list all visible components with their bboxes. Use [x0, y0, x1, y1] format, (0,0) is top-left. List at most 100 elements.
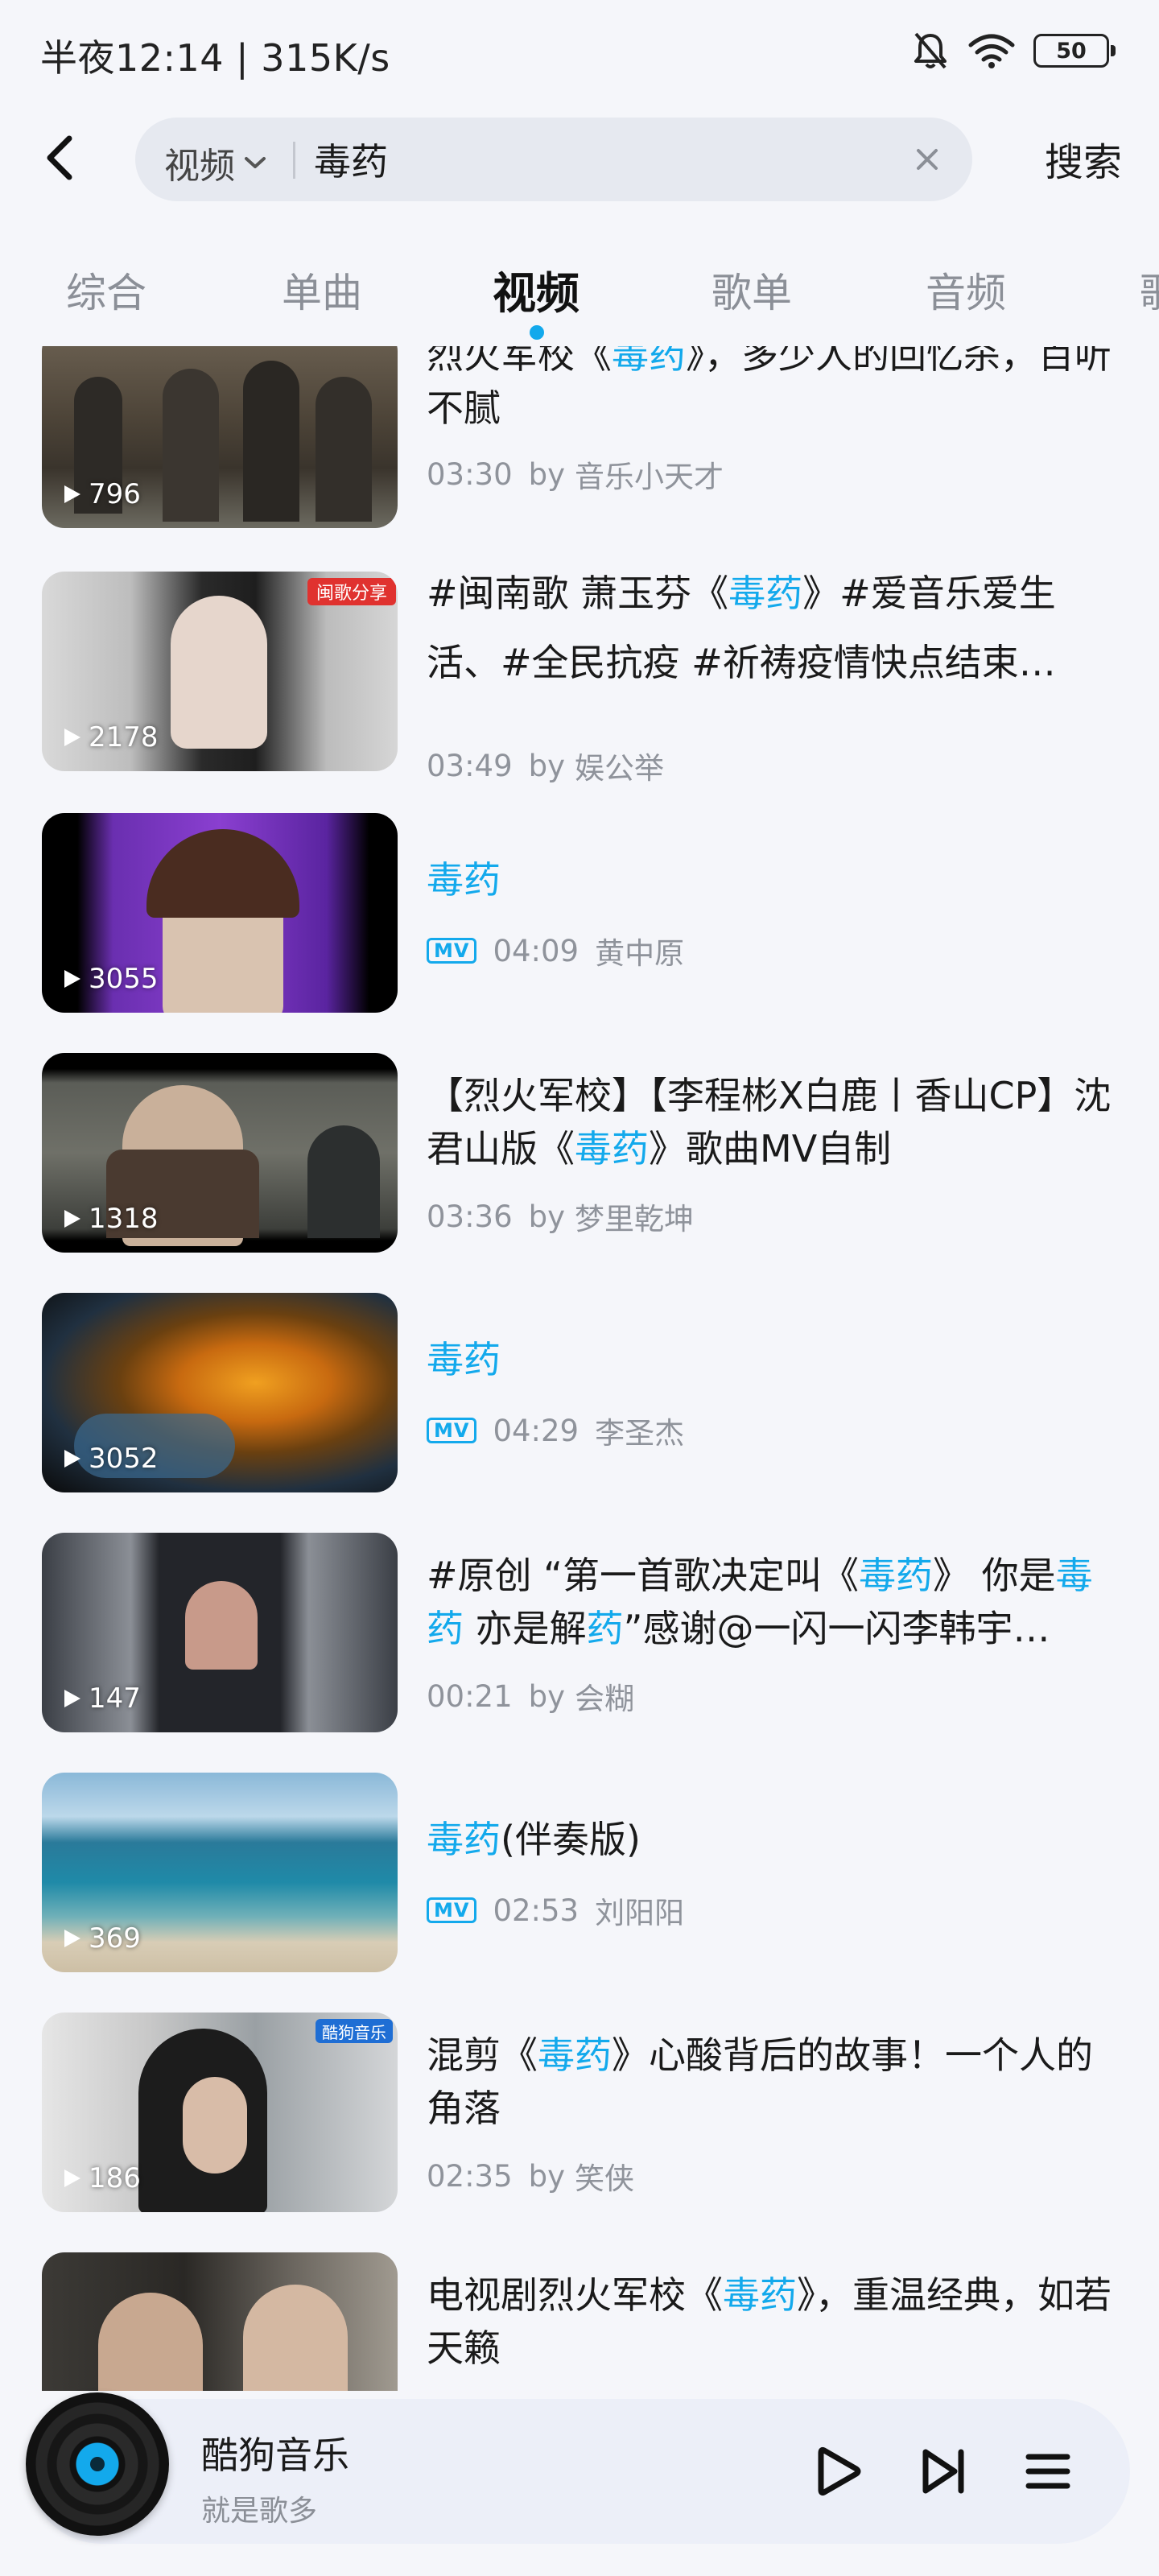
title-text: ”感谢@一闪一闪李韩宇…	[623, 1607, 1050, 1650]
video-duration: 03:36	[427, 1199, 513, 1234]
active-tab-indicator	[530, 325, 544, 340]
video-thumbnail[interactable]: 796	[42, 346, 398, 528]
tab-audio[interactable]: 音频	[926, 261, 1006, 319]
video-author-prefix: by	[528, 1199, 566, 1234]
title-text: (伴奏版)	[501, 1818, 641, 1861]
play-count: 147	[63, 1682, 141, 1715]
video-item[interactable]: 闽歌分享 2178 #闽南歌 萧玉芬《毒药》#爱音乐爱生活、#全民抗疫 #祈祷疫…	[0, 572, 1159, 786]
playlist-icon	[1025, 2454, 1070, 2489]
video-item[interactable]: 电视剧烈火军校《毒药》，重温经典，如若天籁	[0, 2252, 1159, 2391]
next-track-button[interactable]	[914, 2442, 972, 2500]
play-icon	[64, 1450, 80, 1468]
tab-comprehensive[interactable]: 综合	[66, 261, 146, 319]
back-arrow-icon	[47, 135, 72, 180]
video-duration: 04:09	[493, 933, 580, 968]
video-thumbnail[interactable]: 酷狗音乐 186	[42, 2013, 398, 2212]
mv-badge: MV	[427, 938, 477, 964]
play-count-value: 3052	[89, 1443, 159, 1475]
play-count: 2178	[63, 721, 159, 753]
video-info: #原创 “第一首歌决定叫《毒药》 你是毒药 亦是解药”感谢@一闪一闪李韩宇… 0…	[427, 1533, 1119, 1734]
title-text: #原创 “第一首歌决定叫《	[427, 1554, 859, 1597]
play-icon	[64, 729, 80, 746]
search-input[interactable]	[314, 118, 861, 201]
clear-search-button[interactable]	[911, 143, 943, 175]
play-count-value: 796	[89, 478, 141, 510]
title-keyword-highlight: 毒药	[723, 2273, 797, 2317]
title-keyword-highlight: 毒药	[538, 2033, 612, 2077]
video-duration: 03:30	[427, 456, 513, 492]
tab-playlists[interactable]: 歌单	[711, 261, 792, 319]
video-info: 烈火军校《毒药》，多少人的回忆杀，百听不腻 03:30 by 音乐小天才	[427, 346, 1119, 530]
mv-badge: MV	[427, 1418, 477, 1443]
app-root: 半夜12:14 | 315K/s 50 视频 毒药 搜索 综合 单曲 视频 歌单…	[0, 0, 1159, 2576]
video-title: 电视剧烈火军校《毒药》，重温经典，如若天籁	[427, 2268, 1119, 2375]
play-icon	[64, 1210, 80, 1228]
video-thumbnail[interactable]: 1318	[42, 1053, 398, 1253]
tab-more[interactable]: 歌	[1140, 261, 1159, 319]
close-icon	[917, 149, 938, 170]
video-item[interactable]: 369 毒药(伴奏版) MV 02:53 刘阳阳	[0, 1773, 1159, 1974]
search-button[interactable]: 搜索	[1045, 130, 1122, 187]
play-count: 3055	[63, 963, 159, 995]
video-info: 混剪《毒药》心酸背后的故事！一个人的角落 02:35 by 笑侠	[427, 2013, 1119, 2214]
thumb-tag: 闽歌分享	[307, 578, 396, 605]
video-meta: 02:35 by 笑侠	[427, 2154, 634, 2198]
tab-songs[interactable]: 单曲	[282, 261, 362, 319]
album-disc-icon[interactable]	[26, 2392, 169, 2536]
title-keyword-highlight: 毒药	[728, 572, 803, 615]
video-thumbnail[interactable]: 369	[42, 1773, 398, 1972]
tab-videos[interactable]: 视频	[493, 258, 580, 321]
title-keyword-highlight: 药	[586, 1607, 624, 1650]
video-title: #原创 “第一首歌决定叫《毒药》 你是毒药 亦是解药”感谢@一闪一闪李韩宇…	[427, 1549, 1119, 1655]
video-thumbnail[interactable]: 147	[42, 1533, 398, 1732]
video-item[interactable]: 1318 【烈火军校】【李程彬X白鹿丨香山CP】沈君山版《毒药》歌曲MV自制 0…	[0, 1053, 1159, 1254]
search-header: 视频 搜索	[0, 113, 1159, 203]
video-item[interactable]: 3052 毒药 MV 04:29 李圣杰	[0, 1293, 1159, 1494]
video-info: 【烈火军校】【李程彬X白鹿丨香山CP】沈君山版《毒药》歌曲MV自制 03:36 …	[427, 1053, 1119, 1254]
play-icon	[64, 485, 80, 503]
title-text: #闽南歌 萧玉芬《	[427, 572, 729, 615]
video-author-prefix: by	[528, 1678, 566, 1714]
play-icon	[64, 1930, 80, 1947]
play-icon	[64, 970, 80, 988]
back-button[interactable]	[34, 132, 85, 184]
play-count: 369	[63, 1922, 141, 1955]
skip-next-icon	[922, 2449, 964, 2494]
player-title: 酷狗音乐	[201, 2434, 349, 2477]
video-title: 烈火军校《毒药》，多少人的回忆杀，百听不腻	[427, 346, 1119, 435]
video-thumbnail[interactable]	[42, 2252, 398, 2391]
video-duration: 04:29	[493, 1413, 580, 1448]
search-type-dropdown[interactable]: 视频	[164, 137, 267, 188]
play-count-value: 1318	[89, 1203, 159, 1235]
play-count: 796	[63, 478, 141, 510]
video-item[interactable]: 3055 毒药 MV 04:09 黄中原	[0, 813, 1159, 1014]
video-title: 毒药	[427, 853, 1119, 906]
video-thumbnail[interactable]: 闽歌分享 2178	[42, 572, 398, 771]
status-bar: 半夜12:14 | 315K/s 50	[0, 0, 1159, 105]
video-meta: 03:49 by 娱公举	[427, 744, 664, 787]
title-keyword-highlight: 毒药	[612, 346, 686, 377]
battery-level: 50	[1056, 38, 1087, 64]
video-duration: 03:49	[427, 748, 513, 783]
play-button[interactable]	[810, 2442, 868, 2500]
category-tabs: 综合 单曲 视频 歌单 音频 歌	[0, 242, 1159, 346]
play-icon	[818, 2446, 861, 2496]
video-duration: 02:35	[427, 2158, 513, 2194]
play-count: 3052	[63, 1443, 159, 1475]
battery-indicator: 50	[1033, 34, 1116, 68]
video-author: 笑侠	[575, 2161, 635, 2196]
video-author-prefix: by	[528, 2158, 566, 2194]
status-icons: 50	[911, 31, 1116, 71]
video-item[interactable]: 147 #原创 “第一首歌决定叫《毒药》 你是毒药 亦是解药”感谢@一闪一闪李韩…	[0, 1533, 1159, 1734]
video-thumbnail[interactable]: 3052	[42, 1293, 398, 1492]
video-meta: 03:30 by 音乐小天才	[427, 452, 724, 496]
mini-player[interactable]: 酷狗音乐 就是歌多	[26, 2392, 1130, 2544]
play-count: 1318	[63, 1203, 159, 1235]
play-count-value: 147	[89, 1682, 141, 1715]
video-item[interactable]: 酷狗音乐 186 混剪《毒药》心酸背后的故事！一个人的角落 02:35 by 笑侠	[0, 2013, 1159, 2214]
video-author: 音乐小天才	[575, 460, 724, 494]
video-thumbnail[interactable]: 3055	[42, 813, 398, 1013]
video-item[interactable]: 796 烈火军校《毒药》，多少人的回忆杀，百听不腻 03:30 by 音乐小天才	[0, 346, 1159, 549]
video-author: 会糊	[575, 1682, 635, 1716]
playlist-button[interactable]	[1019, 2442, 1077, 2500]
